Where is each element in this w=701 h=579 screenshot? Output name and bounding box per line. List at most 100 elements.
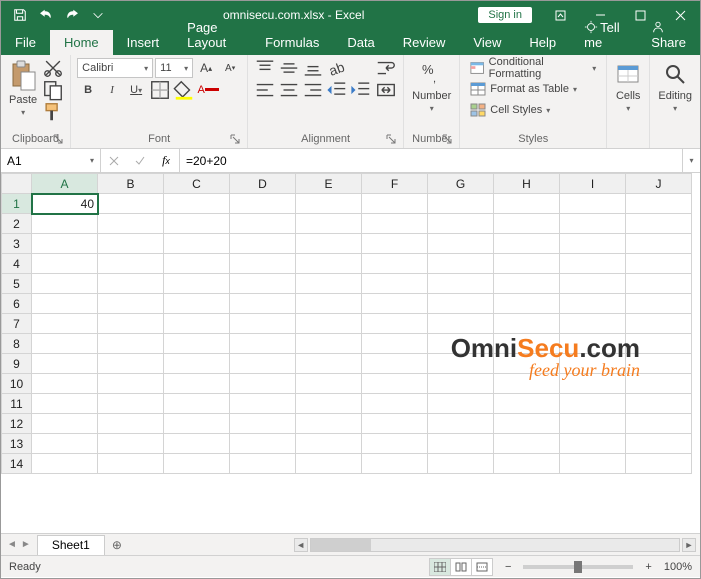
cell[interactable] [296, 314, 362, 334]
cells-button[interactable]: Cells ▾ [613, 58, 643, 115]
formula-input[interactable]: =20+20 [180, 149, 682, 172]
select-all-corner[interactable] [2, 174, 32, 194]
row-header[interactable]: 4 [2, 254, 32, 274]
sheet-tab-sheet1[interactable]: Sheet1 [37, 535, 105, 555]
decrease-font-icon[interactable]: A▾ [219, 58, 241, 78]
wrap-text-icon[interactable] [375, 58, 397, 78]
cell[interactable] [164, 294, 230, 314]
cell[interactable] [560, 274, 626, 294]
cut-icon[interactable] [42, 58, 64, 78]
cell[interactable] [494, 254, 560, 274]
cell[interactable] [626, 374, 692, 394]
row-header[interactable]: 1 [2, 194, 32, 214]
cell[interactable] [428, 234, 494, 254]
cell[interactable] [428, 254, 494, 274]
cell[interactable] [494, 374, 560, 394]
cell[interactable] [428, 434, 494, 454]
cell[interactable] [362, 234, 428, 254]
cell[interactable] [626, 194, 692, 214]
font-launcher-icon[interactable] [229, 134, 241, 146]
cell[interactable] [230, 294, 296, 314]
cell[interactable] [32, 234, 98, 254]
tab-home[interactable]: Home [50, 30, 113, 55]
cell[interactable] [32, 414, 98, 434]
column-header[interactable]: E [296, 174, 362, 194]
normal-view-icon[interactable] [429, 558, 451, 576]
cell[interactable] [230, 434, 296, 454]
cell[interactable] [626, 414, 692, 434]
cell[interactable] [98, 374, 164, 394]
fill-color-icon[interactable] [173, 80, 195, 100]
cell[interactable] [428, 214, 494, 234]
cell[interactable] [230, 274, 296, 294]
cell[interactable] [362, 334, 428, 354]
undo-icon[interactable] [35, 4, 57, 26]
cell[interactable] [296, 294, 362, 314]
zoom-in-button[interactable]: + [641, 561, 655, 573]
cell[interactable] [494, 354, 560, 374]
cell[interactable] [230, 334, 296, 354]
cell[interactable] [428, 354, 494, 374]
tab-review[interactable]: Review [389, 30, 460, 55]
row-header[interactable]: 3 [2, 234, 32, 254]
zoom-level[interactable]: 100% [664, 561, 692, 573]
cell[interactable] [362, 414, 428, 434]
cell[interactable] [362, 294, 428, 314]
cell[interactable] [560, 374, 626, 394]
cell-styles-button[interactable]: Cell Styles▾ [466, 100, 600, 120]
cell[interactable] [362, 214, 428, 234]
cell[interactable] [428, 294, 494, 314]
cell[interactable] [560, 234, 626, 254]
tab-file[interactable]: File [1, 30, 50, 55]
cell[interactable] [32, 374, 98, 394]
cell[interactable] [494, 454, 560, 474]
italic-button[interactable]: I [101, 80, 123, 100]
cell[interactable] [494, 414, 560, 434]
cell[interactable] [560, 334, 626, 354]
cell[interactable] [626, 314, 692, 334]
cell[interactable] [98, 334, 164, 354]
cell[interactable] [230, 354, 296, 374]
sheet-nav-next-icon[interactable]: ► [21, 539, 31, 550]
column-header[interactable]: F [362, 174, 428, 194]
row-header[interactable]: 9 [2, 354, 32, 374]
scroll-right-icon[interactable]: ► [682, 538, 696, 552]
cell[interactable] [230, 234, 296, 254]
cell[interactable] [362, 434, 428, 454]
cell[interactable] [362, 194, 428, 214]
cell[interactable] [560, 254, 626, 274]
tab-view[interactable]: View [459, 30, 515, 55]
cell[interactable] [296, 454, 362, 474]
cell[interactable] [362, 354, 428, 374]
share-button[interactable]: Share [637, 15, 700, 55]
cell[interactable] [98, 294, 164, 314]
tab-page-layout[interactable]: Page Layout [173, 15, 251, 55]
cell[interactable] [626, 394, 692, 414]
cell[interactable] [230, 194, 296, 214]
increase-indent-icon[interactable] [350, 80, 372, 100]
format-as-table-button[interactable]: Format as Table▾ [466, 79, 600, 99]
cell[interactable] [560, 194, 626, 214]
redo-icon[interactable] [61, 4, 83, 26]
tab-formulas[interactable]: Formulas [251, 30, 333, 55]
cell[interactable] [494, 274, 560, 294]
column-header[interactable]: J [626, 174, 692, 194]
cell[interactable] [428, 414, 494, 434]
cell[interactable] [32, 214, 98, 234]
bold-button[interactable]: B [77, 80, 99, 100]
cell[interactable] [230, 214, 296, 234]
cell[interactable] [494, 334, 560, 354]
copy-icon[interactable] [42, 80, 64, 100]
cell[interactable] [32, 394, 98, 414]
cell[interactable] [296, 214, 362, 234]
cell[interactable] [362, 314, 428, 334]
qat-customize-icon[interactable] [87, 4, 109, 26]
cell[interactable] [98, 254, 164, 274]
row-header[interactable]: 2 [2, 214, 32, 234]
cell[interactable] [296, 434, 362, 454]
cell[interactable] [164, 194, 230, 214]
editing-button[interactable]: Editing ▾ [656, 58, 694, 115]
cell[interactable] [296, 254, 362, 274]
column-header[interactable]: C [164, 174, 230, 194]
cell[interactable] [296, 374, 362, 394]
